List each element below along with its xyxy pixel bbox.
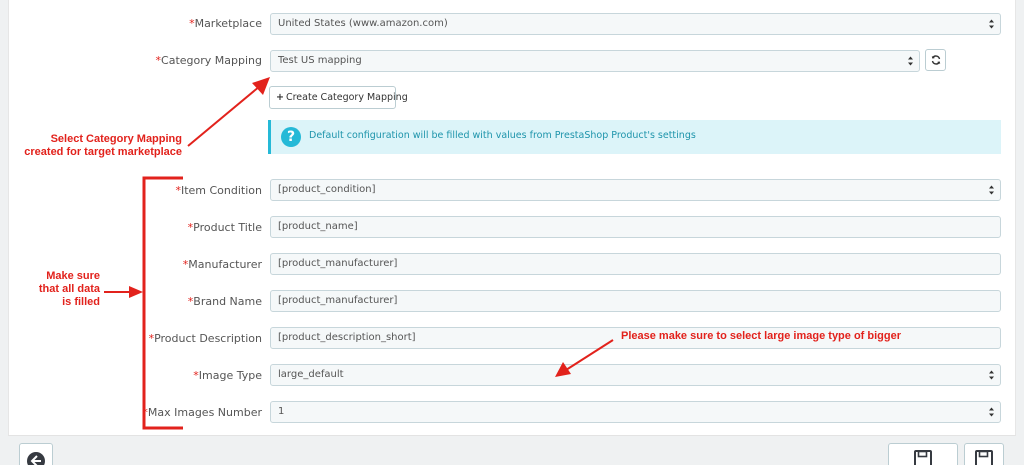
product-description-label: *Product Description <box>148 332 262 345</box>
create-category-mapping-label: Create Category Mapping <box>285 92 408 103</box>
annotation-make-sure: Make sure that all data is filled <box>38 270 100 308</box>
annotation-image-type: Please make sure to select large image t… <box>621 330 902 342</box>
save-and-stay-button[interactable] <box>964 443 1004 465</box>
back-button[interactable] <box>19 443 53 465</box>
product-title-input[interactable]: [product_name] <box>270 216 1001 238</box>
manufacturer-value: [product_manufacturer] <box>278 258 398 269</box>
max-images-value: 1 <box>278 406 285 417</box>
manufacturer-input[interactable]: [product_manufacturer] <box>270 253 1001 275</box>
arrow-left-circle-icon <box>27 452 45 465</box>
image-type-select[interactable]: large_default <box>270 364 1001 386</box>
max-images-select[interactable]: 1 <box>270 401 1001 423</box>
image-type-value: large_default <box>278 369 344 380</box>
product-description-value: [product_description_short] <box>278 332 416 343</box>
annotation-select-mapping: Select Category Mapping created for targ… <box>24 133 182 158</box>
info-alert: ? Default configuration will be filled w… <box>268 120 1001 154</box>
item-condition-select[interactable]: [product_condition] <box>270 179 1001 201</box>
max-images-label: *Max Images Number <box>142 406 262 419</box>
category-mapping-label: *Category Mapping <box>155 54 262 67</box>
select-caret-icon <box>989 407 994 417</box>
product-title-value: [product_name] <box>278 221 358 232</box>
marketplace-value: United States (www.amazon.com) <box>278 18 448 29</box>
floppy-disk-icon <box>914 450 932 465</box>
question-circle-icon: ? <box>281 127 301 147</box>
category-mapping-value: Test US mapping <box>278 55 362 66</box>
product-title-label: *Product Title <box>187 221 262 234</box>
category-mapping-select[interactable]: Test US mapping <box>270 50 920 72</box>
select-caret-icon <box>989 19 994 29</box>
save-button[interactable] <box>888 443 958 465</box>
marketplace-select[interactable]: United States (www.amazon.com) <box>270 13 1001 35</box>
brand-name-value: [product_manufacturer] <box>278 295 398 306</box>
refresh-mapping-button[interactable] <box>925 49 946 71</box>
refresh-icon <box>931 55 940 65</box>
image-type-label: *Image Type <box>193 369 262 382</box>
item-condition-label: *Item Condition <box>175 184 262 197</box>
brand-name-input[interactable]: [product_manufacturer] <box>270 290 1001 312</box>
floppy-disk-icon <box>975 450 993 465</box>
create-category-mapping-button[interactable]: + Create Category Mapping <box>269 86 408 109</box>
select-caret-icon <box>908 56 913 66</box>
plus-icon: + <box>276 92 284 103</box>
marketplace-label: *Marketplace <box>189 17 262 30</box>
select-caret-icon <box>989 185 994 195</box>
select-caret-icon <box>989 370 994 380</box>
item-condition-value: [product_condition] <box>278 184 376 195</box>
info-text: Default configuration will be filled wit… <box>309 130 696 141</box>
